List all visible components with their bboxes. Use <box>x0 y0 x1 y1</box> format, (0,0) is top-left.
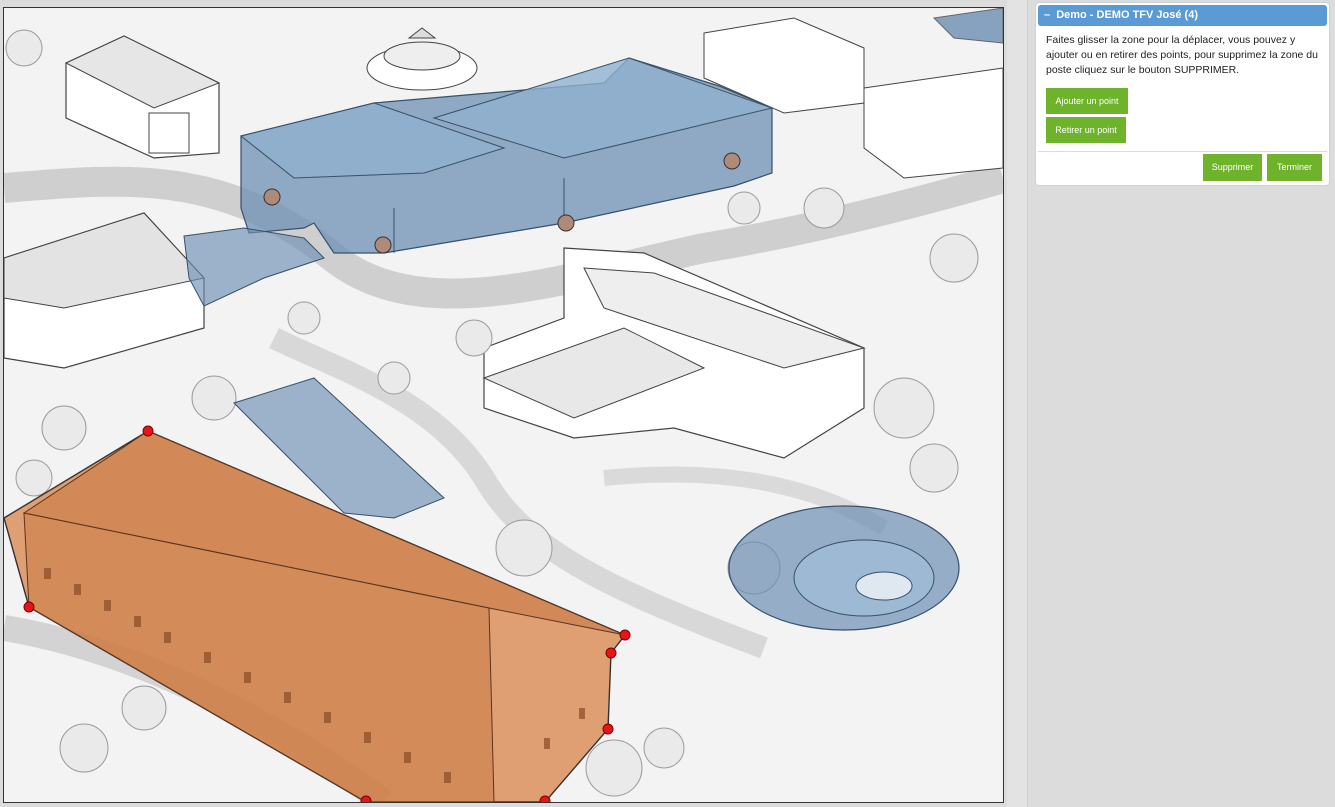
campus-map-drawing <box>4 8 1003 802</box>
zone-edit-panel: – Demo - DEMO TFV José (4) Faites glisse… <box>1035 2 1330 186</box>
remove-point-button[interactable]: Retirer un point <box>1046 117 1126 143</box>
panel-header[interactable]: – Demo - DEMO TFV José (4) <box>1038 5 1327 26</box>
zone-vertex[interactable] <box>142 425 154 437</box>
collapse-icon[interactable]: – <box>1044 9 1050 21</box>
zone-handle[interactable] <box>374 236 392 254</box>
zone-vertex[interactable] <box>605 647 617 659</box>
panel-instructions: Faites glisser la zone pour la déplacer,… <box>1046 34 1318 76</box>
zone-handle[interactable] <box>557 214 575 232</box>
zone-vertex[interactable] <box>23 601 35 613</box>
zone-vertex[interactable] <box>539 795 551 802</box>
delete-button[interactable]: Supprimer <box>1203 154 1262 181</box>
panel-title: Demo - DEMO TFV José (4) <box>1056 9 1198 21</box>
zone-vertex[interactable] <box>602 723 614 735</box>
zone-vertex[interactable] <box>619 629 631 641</box>
zone-amphitheater[interactable] <box>728 505 960 631</box>
finish-button[interactable]: Terminer <box>1267 154 1322 181</box>
add-point-button[interactable]: Ajouter un point <box>1046 88 1128 114</box>
panel-divider <box>1007 0 1028 807</box>
panel-divider-line <box>1038 151 1327 152</box>
zone-handle[interactable] <box>723 152 741 170</box>
campus-map[interactable] <box>3 7 1004 803</box>
zone-handle[interactable] <box>263 188 281 206</box>
zone-vertex[interactable] <box>360 795 372 802</box>
